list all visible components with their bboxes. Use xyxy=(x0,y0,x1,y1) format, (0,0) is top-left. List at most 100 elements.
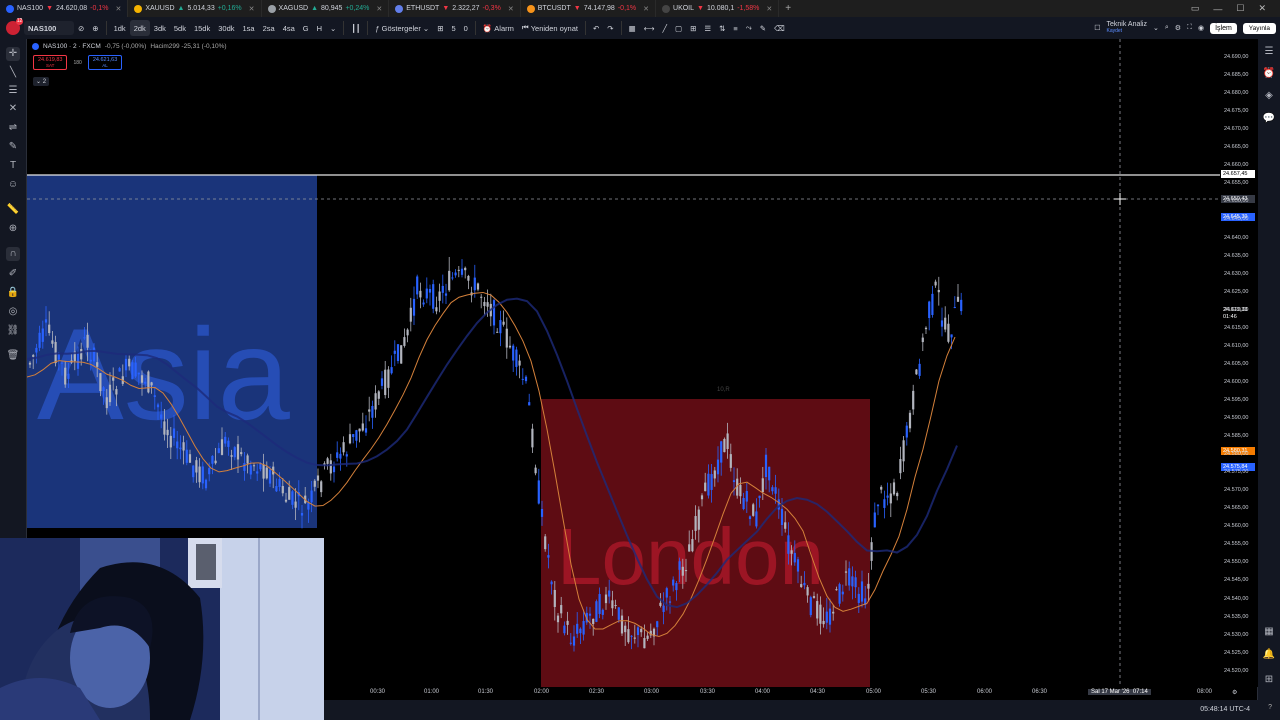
camera-icon[interactable]: ◉ xyxy=(1198,24,1204,32)
candle-type-icon[interactable]: ┃┃ xyxy=(347,17,364,39)
zoom-icon[interactable]: ⊕ xyxy=(6,222,20,236)
link-icon[interactable]: ⛓ xyxy=(6,324,20,338)
tab-nas100[interactable]: NAS100 ▼ 24.620,08 -0,1% ✕ xyxy=(0,0,129,17)
close-window-icon[interactable]: ✕ xyxy=(1258,3,1266,14)
price-tick: 24.690,00 xyxy=(1224,54,1249,60)
interval-4sa[interactable]: 4sa xyxy=(279,17,299,39)
position-tool-icon[interactable]: ⇅ xyxy=(715,17,729,39)
interval-1sa[interactable]: 1sa xyxy=(239,17,259,39)
user-avatar[interactable]: 12 xyxy=(6,18,23,35)
replay-button[interactable]: ⏮ Yeniden oynat xyxy=(518,17,582,39)
layers-icon[interactable]: ◈ xyxy=(1262,89,1276,103)
counter-b[interactable]: 0 xyxy=(460,17,472,39)
magnet-icon[interactable]: ∩ xyxy=(6,247,20,261)
pattern-icon[interactable]: ✕ xyxy=(6,102,20,116)
close-tab-icon[interactable]: ✕ xyxy=(766,5,772,13)
analysis-selector[interactable]: Teknik Analiz Kaydet xyxy=(1107,21,1147,35)
legend-title[interactable]: NAS100 · 2 · FXCM xyxy=(43,43,101,50)
interval-15dk[interactable]: 15dk xyxy=(190,17,214,39)
price-scale[interactable]: 24.657,45 24.650,43 24.645,39 24.619,33 … xyxy=(1220,39,1258,687)
templates-icon[interactable]: ⊞ xyxy=(433,17,447,39)
interval-3dk[interactable]: 3dk xyxy=(150,17,170,39)
hline-tool-icon[interactable]: ⟷ xyxy=(640,17,659,39)
stay-drawing-icon[interactable]: ✐ xyxy=(6,267,20,281)
counter-a[interactable]: 5 xyxy=(448,17,460,39)
redo-icon[interactable]: ↷ xyxy=(603,17,617,39)
add-symbol-icon[interactable]: ⊕ xyxy=(88,17,102,39)
watchlist-icon[interactable]: ☰ xyxy=(1262,45,1276,59)
interval-H[interactable]: H xyxy=(313,17,326,39)
text-icon[interactable]: T xyxy=(6,159,20,173)
interval-1dk[interactable]: 1dk xyxy=(110,17,130,39)
interval-5dk[interactable]: 5dk xyxy=(170,17,190,39)
candle-body xyxy=(454,272,457,276)
chat-icon[interactable]: 💬 xyxy=(1262,112,1276,126)
close-tab-icon[interactable]: ✕ xyxy=(376,5,382,13)
new-tab-icon[interactable]: + xyxy=(779,3,797,14)
candle-body xyxy=(592,618,595,625)
close-tab-icon[interactable]: ✕ xyxy=(643,5,649,13)
fullscreen-icon[interactable]: ⛶ xyxy=(1187,24,1192,32)
brush-tool-icon[interactable]: ✎ xyxy=(756,17,770,39)
emoji-icon[interactable]: ☺ xyxy=(6,178,20,192)
interval-dropdown-icon[interactable]: ⌄ xyxy=(326,17,340,39)
interval-2dk[interactable]: 2dk xyxy=(129,20,150,36)
forecast-icon[interactable]: ⇌ xyxy=(6,121,20,135)
tab-ethusdt[interactable]: ETHUSDT ▼ 2.322,27 -0,3% ✕ xyxy=(389,0,521,17)
range-tool-icon[interactable]: ≡ xyxy=(729,17,741,39)
candle-body xyxy=(956,296,960,302)
collapse-indicators-button[interactable]: ⌄ 2 xyxy=(33,77,50,86)
fib-icon[interactable]: ☰ xyxy=(6,84,20,98)
lock-icon[interactable]: 🔒 xyxy=(6,286,20,300)
buy-button[interactable]: 24.621,63 AL xyxy=(87,55,123,70)
calendar-icon[interactable]: ▦ xyxy=(1262,625,1276,639)
symbol-search[interactable]: NAS100 xyxy=(24,21,74,35)
gear-icon[interactable]: ⚙ xyxy=(1175,24,1181,32)
apps-icon[interactable]: ⊞ xyxy=(1262,673,1276,687)
ruler-icon[interactable]: 📏 xyxy=(6,203,20,217)
candle-body xyxy=(329,460,332,474)
help-icon[interactable]: ? xyxy=(1268,704,1272,711)
trendline-icon[interactable]: ╲ xyxy=(6,66,20,80)
indicators-button[interactable]: ƒ Göstergeler ⌄ xyxy=(371,17,433,39)
chart-legend: NAS100 · 2 · FXCM -0,75 (-0,00%) Hacim29… xyxy=(32,43,227,50)
eraser-tool-icon[interactable]: ⌫ xyxy=(770,17,789,39)
compare-icon[interactable]: ⊘ xyxy=(74,17,88,39)
tab-ukoil[interactable]: UKOIL ▼ 10.080,1 -1,58% ✕ xyxy=(656,0,780,17)
path-tool-icon[interactable]: ⤳ xyxy=(742,17,756,39)
checkbox-icon[interactable]: ☐ xyxy=(1094,24,1100,32)
layout-icon[interactable]: ▭ xyxy=(1191,3,1200,14)
search-icon[interactable]: ⌕ xyxy=(1165,24,1169,32)
time-axis-settings-icon[interactable]: ⚙ xyxy=(1232,689,1237,696)
price-tick: 24.550,00 xyxy=(1224,559,1249,566)
minimize-icon[interactable]: — xyxy=(1213,4,1222,14)
crosshair-tool-icon[interactable]: ✛ xyxy=(6,47,20,61)
tab-direction-icon: ▼ xyxy=(46,5,54,12)
trendline-tool-icon[interactable]: ╱ xyxy=(658,17,671,39)
tab-xauusd[interactable]: XAUUSD ▲ 5.014,33 +0,16% ✕ xyxy=(128,0,262,17)
interval-G[interactable]: G xyxy=(299,17,313,39)
trash-icon[interactable]: 🗑 xyxy=(6,349,20,363)
close-tab-icon[interactable]: ✕ xyxy=(249,5,255,13)
close-tab-icon[interactable]: ✕ xyxy=(115,5,121,13)
tab-btcusdt[interactable]: BTCUSDT ▼ 74.147,98 -0,1% ✕ xyxy=(521,0,657,17)
publish-button[interactable]: Yayınla xyxy=(1242,22,1276,34)
interval-30dk[interactable]: 30dk xyxy=(214,17,238,39)
sell-button[interactable]: 24.619,83 SAT xyxy=(33,55,68,70)
undo-icon[interactable]: ↶ xyxy=(589,17,603,39)
alarm-button[interactable]: ⏰ Alarm xyxy=(479,17,518,39)
chevron-down-icon[interactable]: ⌄ xyxy=(1153,24,1159,32)
maximize-icon[interactable]: ☐ xyxy=(1236,3,1244,14)
brush-icon[interactable]: ✎ xyxy=(6,140,20,154)
close-tab-icon[interactable]: ✕ xyxy=(508,5,514,13)
fib-tool-icon[interactable]: ☰ xyxy=(700,17,715,39)
grid-tool-icon[interactable]: ▦ xyxy=(625,17,640,39)
notifications-icon[interactable]: 🔔 xyxy=(1262,648,1276,662)
tab-xagusd[interactable]: XAGUSD ▲ 80,945 +0,24% ✕ xyxy=(262,0,390,17)
layout-tool-icon[interactable]: ⊞ xyxy=(686,17,700,39)
interval-2sa[interactable]: 2sa xyxy=(259,17,279,39)
visibility-icon[interactable]: ◎ xyxy=(6,305,20,319)
rectangle-tool-icon[interactable]: ▢ xyxy=(671,17,686,39)
alerts-icon[interactable]: ⏰ xyxy=(1262,67,1276,81)
trade-button[interactable]: İşlem xyxy=(1210,22,1237,34)
